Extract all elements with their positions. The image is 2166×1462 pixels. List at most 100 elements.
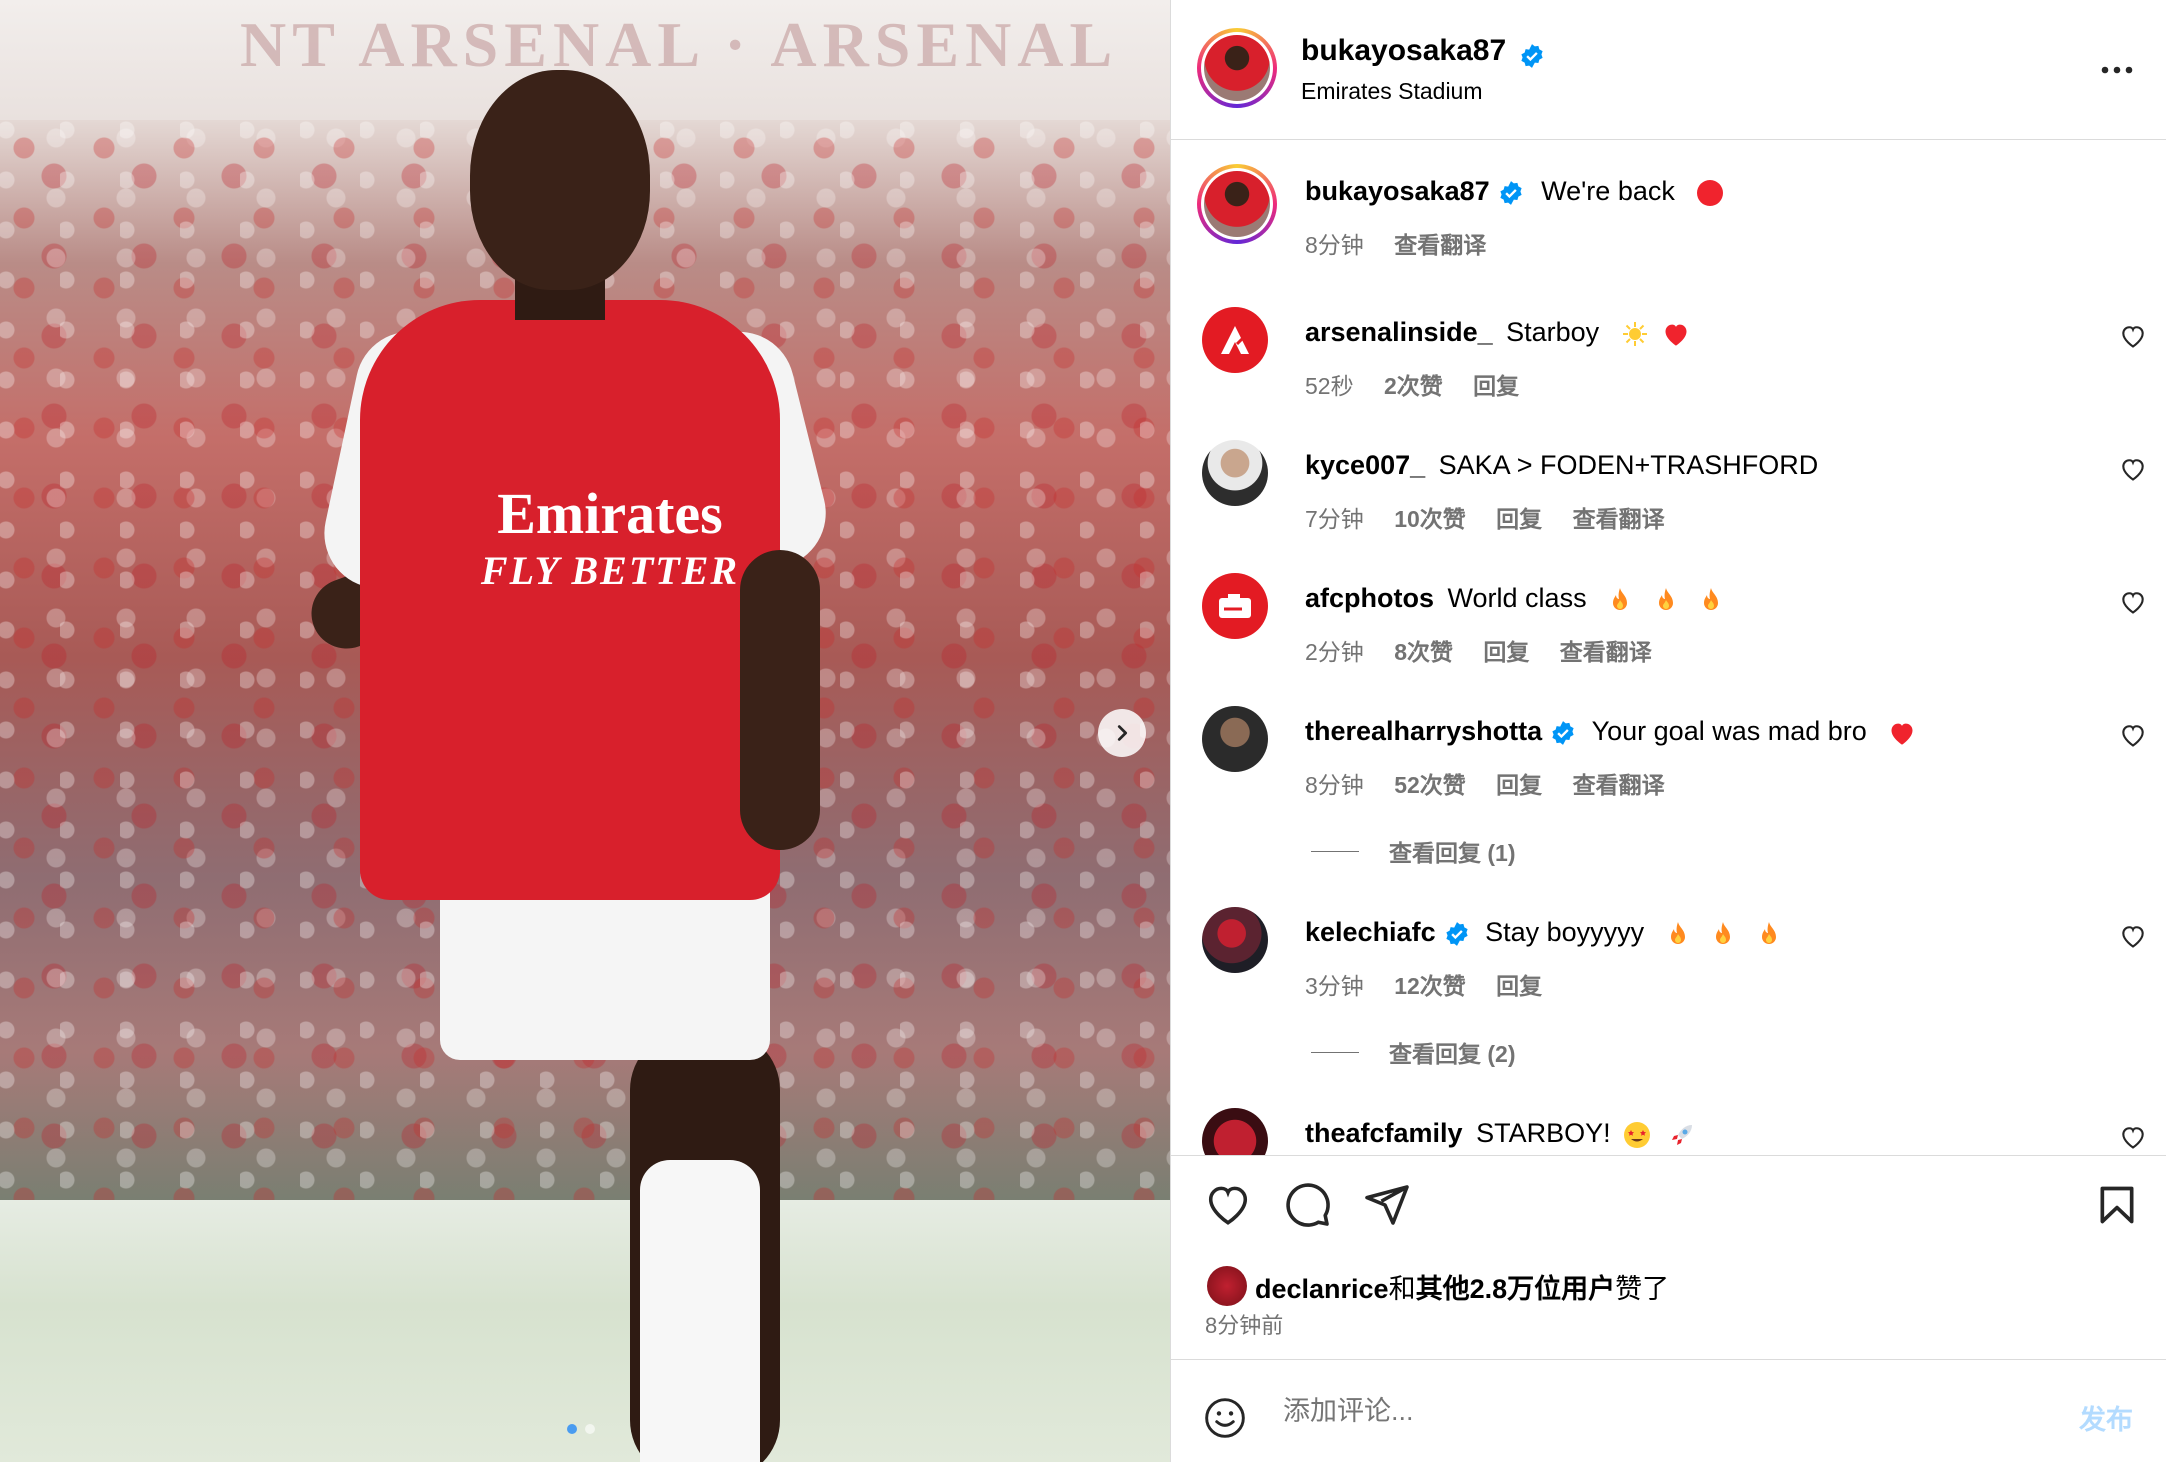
replies-divider [1311, 850, 1359, 852]
like-heart-icon[interactable] [1203, 1181, 1253, 1227]
liker-avatar[interactable] [1207, 1266, 1247, 1306]
comment-avatar[interactable] [1202, 440, 1268, 506]
caption-text-row: bukayosaka87 We're back [1305, 176, 1724, 207]
comment-username[interactable]: therealharryshotta [1305, 716, 1542, 746]
comment-item: theafcfamily STARBOY! [1171, 1086, 2166, 1155]
player-head [470, 70, 650, 290]
fire-icon [1670, 921, 1685, 944]
like-comment-heart-icon[interactable] [2119, 589, 2147, 615]
caption-translate-link[interactable]: 查看翻译 [1394, 232, 1486, 258]
author-username[interactable]: bukayosaka87 [1301, 34, 1506, 67]
reply-link[interactable]: 回复 [1496, 772, 1542, 798]
post-location[interactable]: Emirates Stadium [1301, 78, 1483, 105]
comment-likes[interactable]: 12次赞 [1394, 973, 1466, 999]
reply-link[interactable]: 回复 [1473, 373, 1519, 399]
comment-likes[interactable]: 10次赞 [1394, 506, 1466, 532]
comment-text-row: therealharryshotta Your goal was mad bro [1305, 716, 1916, 747]
fire-icon [1658, 587, 1673, 610]
add-comment-bar: 发布 [1171, 1359, 2166, 1462]
author-name-row: bukayosaka87 [1301, 34, 1545, 69]
comment-text-row: kyce007_ SAKA > FODEN+TRASHFORD [1305, 450, 1818, 481]
likes-others[interactable]: 其他2.8万位用户 [1416, 1274, 1616, 1304]
translate-link[interactable]: 查看翻译 [1560, 639, 1652, 665]
reply-link[interactable]: 回复 [1496, 973, 1542, 999]
comment-text: Your goal was mad bro [1591, 716, 1867, 746]
comment-input[interactable] [1283, 1396, 1983, 1427]
comments-list[interactable]: bukayosaka87 We're back 8分钟 查看翻译 arsenal… [1171, 140, 2166, 1155]
comment-text: SAKA > FODEN+TRASHFORD [1438, 450, 1819, 480]
next-image-button[interactable] [1098, 709, 1146, 757]
comment-likes[interactable]: 52次赞 [1394, 772, 1466, 798]
comment-likes[interactable]: 8次赞 [1394, 639, 1453, 665]
verified-badge-icon [1552, 720, 1574, 745]
share-send-icon[interactable] [1363, 1181, 1411, 1229]
verified-badge-icon [1500, 180, 1522, 205]
view-replies-button[interactable]: 查看回复 (2) [1311, 1035, 1516, 1069]
caption-text: We're back [1541, 176, 1675, 206]
post-caption: bukayosaka87 We're back 8分钟 查看翻译 [1171, 140, 2166, 270]
comment-username[interactable]: theafcfamily [1305, 1118, 1463, 1148]
fire-icon [1613, 587, 1628, 610]
comment-username[interactable]: afcphotos [1305, 583, 1434, 613]
post-time[interactable]: 8分钟前 [1205, 1308, 1283, 1340]
like-comment-heart-icon[interactable] [2119, 923, 2147, 949]
player-arm-right [740, 550, 820, 850]
shirt-sponsor: Emirates FLY BETTER [480, 480, 740, 594]
comment-time: 7分钟 [1305, 506, 1364, 532]
comment-text-row: theafcfamily STARBOY! [1305, 1118, 1696, 1150]
comment-time: 2分钟 [1305, 639, 1364, 665]
caption-avatar[interactable] [1197, 164, 1277, 244]
view-replies-button[interactable]: 查看回复 (1) [1311, 834, 1516, 868]
verified-badge-icon [1445, 921, 1468, 946]
like-comment-heart-icon[interactable] [2119, 323, 2147, 349]
likes-and: 和 [1388, 1273, 1416, 1304]
view-replies-label: 查看回复 (1) [1389, 840, 1516, 866]
like-comment-heart-icon[interactable] [2119, 456, 2147, 482]
comment-username[interactable]: kelechiafc [1305, 917, 1436, 947]
liker-username[interactable]: declanrice [1255, 1274, 1389, 1304]
like-comment-heart-icon[interactable] [2119, 722, 2147, 748]
comment-username[interactable]: arsenalinside_ [1305, 317, 1493, 347]
post-media[interactable]: NT ARSENAL · ARSENAL Emirates FLY BETTER [0, 0, 1170, 1462]
reply-link[interactable]: 回复 [1483, 639, 1529, 665]
comment-meta: 2分钟 8次赞 回复 查看翻译 [1305, 633, 1676, 667]
carousel-dot-active [567, 1424, 577, 1434]
likes-summary: declanrice和其他2.8万位用户赞了 [1207, 1266, 1669, 1306]
player-shirt [360, 300, 780, 900]
comment-avatar[interactable] [1202, 573, 1268, 639]
comment-item: afcphotos World class 2分钟 8次赞 回复 查看翻译 [1171, 551, 2166, 671]
comment-avatar[interactable] [1202, 1108, 1268, 1155]
caption-username[interactable]: bukayosaka87 [1305, 176, 1490, 206]
like-comment-heart-icon[interactable] [2119, 1124, 2147, 1150]
view-replies-label: 查看回复 (2) [1389, 1041, 1516, 1067]
translate-link[interactable]: 查看翻译 [1573, 772, 1665, 798]
fire-icon [1716, 921, 1731, 944]
more-options-icon[interactable] [2099, 56, 2135, 84]
save-bookmark-icon[interactable] [2095, 1181, 2139, 1229]
comment-text: Stay boyyyyy [1485, 917, 1645, 947]
carousel-dots [567, 1424, 595, 1434]
rocket-icon [1671, 1124, 1692, 1145]
comment-item: therealharryshotta Your goal was mad bro… [1171, 684, 2166, 884]
post-comment-button[interactable]: 发布 [2079, 1398, 2133, 1437]
comment-avatar[interactable] [1202, 907, 1268, 973]
post-actions: declanrice和其他2.8万位用户赞了 8分钟前 发布 [1171, 1155, 2166, 1455]
heart-icon [1665, 324, 1687, 346]
comment-item: arsenalinside_ Starboy 52秒 2次赞 回复 [1171, 285, 2166, 405]
sponsor-line2: FLY BETTER [480, 548, 740, 593]
reply-link[interactable]: 回复 [1496, 506, 1542, 532]
comment-time: 8分钟 [1305, 772, 1364, 798]
emoji-picker-icon[interactable] [1203, 1396, 1247, 1440]
comment-meta: 3分钟 12次赞 回复 [1305, 967, 1566, 1001]
comment-likes[interactable]: 2次赞 [1384, 373, 1443, 399]
comment-text-row: afcphotos World class [1305, 583, 1723, 614]
camera-cannon-logo-icon [1219, 594, 1251, 618]
comment-avatar[interactable] [1202, 307, 1268, 373]
author-avatar[interactable] [1197, 28, 1277, 108]
comment-username[interactable]: kyce007_ [1305, 450, 1425, 480]
translate-link[interactable]: 查看翻译 [1573, 506, 1665, 532]
comment-time: 52秒 [1305, 373, 1354, 399]
comment-bubble-icon[interactable] [1283, 1181, 1333, 1229]
comment-avatar[interactable] [1202, 706, 1268, 772]
post-side-panel: bukayosaka87 Emirates Stadium bukayosaka… [1170, 0, 2166, 1462]
